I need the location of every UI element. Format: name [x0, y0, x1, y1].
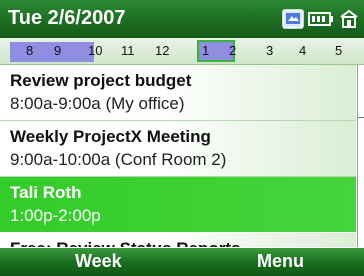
appointment-item[interactable]: Weekly ProjectX Meeting 9:00a-10:00a (Co…	[0, 121, 356, 177]
week-softkey[interactable]: Week	[75, 251, 122, 272]
appointment-time: 1:00p-2:00p	[10, 206, 101, 225]
softkey-bar: Week Menu	[0, 248, 364, 276]
title-bar: Tue 2/6/2007	[0, 0, 364, 38]
hour-label: 12	[155, 43, 170, 58]
menu-softkey[interactable]: Menu	[257, 251, 304, 272]
appointment-title: Review project budget	[10, 71, 192, 90]
hour-label: 2	[229, 43, 237, 58]
hour-label: 10	[88, 43, 103, 58]
appointment-list: Review project budget 8:00a-9:00a (My of…	[0, 65, 356, 247]
appointment-item-selected[interactable]: Tali Roth 1:00p-2:00p	[0, 177, 356, 232]
hour-label: 3	[266, 43, 274, 58]
status-icons	[280, 5, 362, 33]
hour-label: 5	[335, 43, 343, 58]
connection-icon[interactable]	[336, 7, 362, 31]
appointment-time: 9:00a-10:00a (Conf Room 2)	[10, 150, 227, 169]
date-title: Tue 2/6/2007	[8, 7, 126, 29]
busy-block-morning	[10, 42, 94, 62]
hour-label: 4	[299, 43, 307, 58]
calendar-sync-icon[interactable]	[280, 7, 306, 31]
appointment-title: Weekly ProjectX Meeting	[10, 127, 211, 146]
hour-label: 8	[26, 43, 34, 58]
appointment-title: Tali Roth	[10, 183, 82, 202]
hour-label: 9	[54, 43, 62, 58]
hour-label: 1	[202, 43, 210, 58]
battery-icon[interactable]	[308, 7, 334, 31]
appointment-title: Free: Review Status Reports	[10, 239, 241, 247]
scrollbar-thumb[interactable]	[358, 65, 364, 118]
scrollbar[interactable]	[357, 65, 364, 247]
appointment-item[interactable]: Review project budget 8:00a-9:00a (My of…	[0, 65, 356, 121]
appointment-item[interactable]: Free: Review Status Reports	[0, 233, 356, 247]
day-timeline[interactable]: 8 9 10 11 12 1 2 3 4 5	[0, 38, 364, 65]
hour-label: 11	[121, 43, 135, 58]
appointment-time: 8:00a-9:00a (My office)	[10, 94, 185, 113]
